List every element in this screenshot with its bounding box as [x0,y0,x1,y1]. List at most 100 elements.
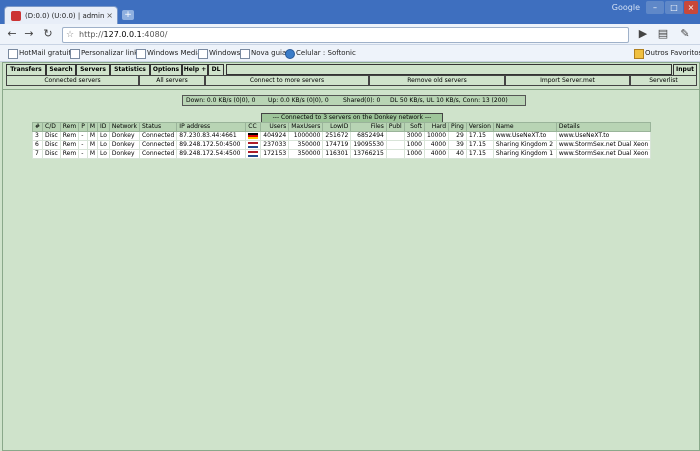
cell-name: Sharing Kingdom 1 [492,149,557,159]
cell-cc [245,149,262,159]
browser-tab[interactable]: (D:0.0) (U:0.0) | admin | M... × [4,6,118,25]
col-header-files[interactable]: Files [350,122,387,132]
cell-rem[interactable]: Rem [59,131,80,141]
cell-hard: 4000 [423,149,450,159]
mldonkey-web-ui: Transfers Search Servers Statistics Opti… [2,62,700,451]
cell-p[interactable]: - [78,149,88,159]
cell-hard: 10000 [423,131,450,141]
cell-network: Donkey [108,149,140,159]
col-header-number[interactable]: # [31,122,44,132]
table-row[interactable]: 3 Disc Rem - M Lo Donkey Connected 87.230.83.44:… [31,131,652,141]
cell-soft: 3000 [403,131,425,141]
cell-status: Connected [138,131,178,141]
submenu-serverlist[interactable]: Serverlist [630,75,697,86]
flag-icon [248,132,259,139]
cell-cd[interactable]: Disc [42,140,61,150]
minimize-button[interactable]: – [646,1,664,14]
cell-hard: 4000 [423,140,450,150]
cell-rem[interactable]: Rem [59,140,80,150]
cell-lowid: 174719 [322,140,352,150]
cell-m[interactable]: M [86,149,99,159]
col-header-m[interactable]: M [86,122,99,132]
bookmark-personalizar[interactable]: Personalizar links [70,47,142,59]
submenu-remove-old[interactable]: Remove old servers [369,75,505,86]
wrench-icon[interactable]: ✎ [678,27,692,41]
bookmark-windows-media[interactable]: Windows Media [136,47,202,59]
tab-close-icon[interactable]: × [106,7,113,25]
divider [3,89,699,90]
submenu-connect-more[interactable]: Connect to more servers [205,75,369,86]
cell-soft: 1000 [403,149,425,159]
tab-title: (D:0.0) (U:0.0) | admin | M... [25,12,105,20]
submenu-connected-servers[interactable]: Connected servers [6,75,139,86]
back-button[interactable]: ← [5,27,19,41]
cell-p[interactable]: - [78,131,88,141]
col-header-hard[interactable]: Hard [423,122,450,132]
col-header-rem[interactable]: Rem [59,122,80,132]
brand-label: Google [611,3,640,12]
bookmark-nova-guia[interactable]: Nova guia [240,47,286,59]
cell-maxusers: 350000 [288,149,324,159]
cell-cd[interactable]: Disc [42,131,61,141]
cell-details: www.StormSex.net Dual Xeon [555,149,652,159]
cell-m[interactable]: M [86,131,99,141]
cell-ip: 89.248.172.54:4500 [176,149,247,159]
col-header-status[interactable]: Status [138,122,178,132]
cell-number[interactable]: 6 [31,140,44,150]
cell-number[interactable]: 3 [31,131,44,141]
forward-button[interactable]: → [22,27,36,41]
cell-maxusers: 350000 [288,140,324,150]
cell-rem[interactable]: Rem [59,149,80,159]
col-header-cc[interactable]: CC [245,122,262,132]
col-header-users[interactable]: Users [260,122,290,132]
close-window-button[interactable]: × [684,1,698,14]
reload-button[interactable]: ↻ [41,27,55,41]
submenu-import-server-met[interactable]: Import Server.met [505,75,630,86]
col-header-name[interactable]: Name [492,122,557,132]
status-shared: Shared(0): 0 [343,97,381,104]
cell-users: 172153 [260,149,290,159]
table-row[interactable]: 7 Disc Rem - M Lo Donkey Connected 89.248.172.54… [31,149,652,159]
table-header-row: # C/D Rem P M ID Network Status IP addre… [31,122,652,132]
play-icon[interactable]: ▶ [636,27,650,41]
col-header-version[interactable]: Version [465,122,494,132]
command-input[interactable] [226,64,672,75]
cell-ip: 89.248.172.50:4500 [176,140,247,150]
cell-status: Connected [138,140,178,150]
cell-p[interactable]: - [78,140,88,150]
submenu-all-servers[interactable]: All servers [139,75,205,86]
col-header-p[interactable]: P [78,122,88,132]
main-menu: Transfers Search Servers Statistics Opti… [6,64,697,76]
cell-name: Sharing Kingdom 2 [492,140,557,150]
new-tab-button[interactable]: + [122,10,134,20]
address-bar[interactable]: ☆ http://127.0.0.1:4080/ [62,27,629,43]
status-bar: Down: 0.0 KB/s (0|0), 0 Up: 0.0 KB/s (0|… [182,95,526,106]
bookmark-hotmail[interactable]: HotMail gratuito [8,47,76,59]
col-header-lowid[interactable]: LowID [322,122,352,132]
col-header-network[interactable]: Network [108,122,140,132]
cell-version: 17.15 [465,149,494,159]
col-header-details[interactable]: Details [555,122,652,132]
col-header-publ[interactable]: Publ [385,122,405,132]
maximize-button[interactable]: □ [665,1,683,14]
page-menu-icon[interactable]: ▤ [656,27,670,41]
bookmark-softonic[interactable]: Celular : Softonic [285,47,356,59]
servers-table: # C/D Rem P M ID Network Status IP addre… [31,122,652,159]
cell-cd[interactable]: Disc [42,149,61,159]
col-header-ip[interactable]: IP address [176,122,247,132]
cell-m[interactable]: M [86,140,99,150]
bookmark-other-folder[interactable]: Outros Favoritos [634,47,700,59]
bookmark-star-icon[interactable]: ☆ [66,28,74,42]
status-up: Up: 0.0 KB/s (0|0), 0 [268,97,329,104]
col-header-maxusers[interactable]: MaxUsers [288,122,324,132]
cell-id: Lo [97,131,110,141]
table-row[interactable]: 6 Disc Rem - M Lo Donkey Connected 89.248.172.50… [31,140,652,150]
col-header-soft[interactable]: Soft [403,122,425,132]
cell-files: 13766215 [350,149,387,159]
bookmark-windows[interactable]: Windows [198,47,240,59]
col-header-ping[interactable]: Ping [448,122,467,132]
col-header-id[interactable]: ID [97,122,110,132]
col-header-cd[interactable]: C/D [42,122,61,132]
cell-number[interactable]: 7 [31,149,44,159]
flag-icon [248,150,259,157]
